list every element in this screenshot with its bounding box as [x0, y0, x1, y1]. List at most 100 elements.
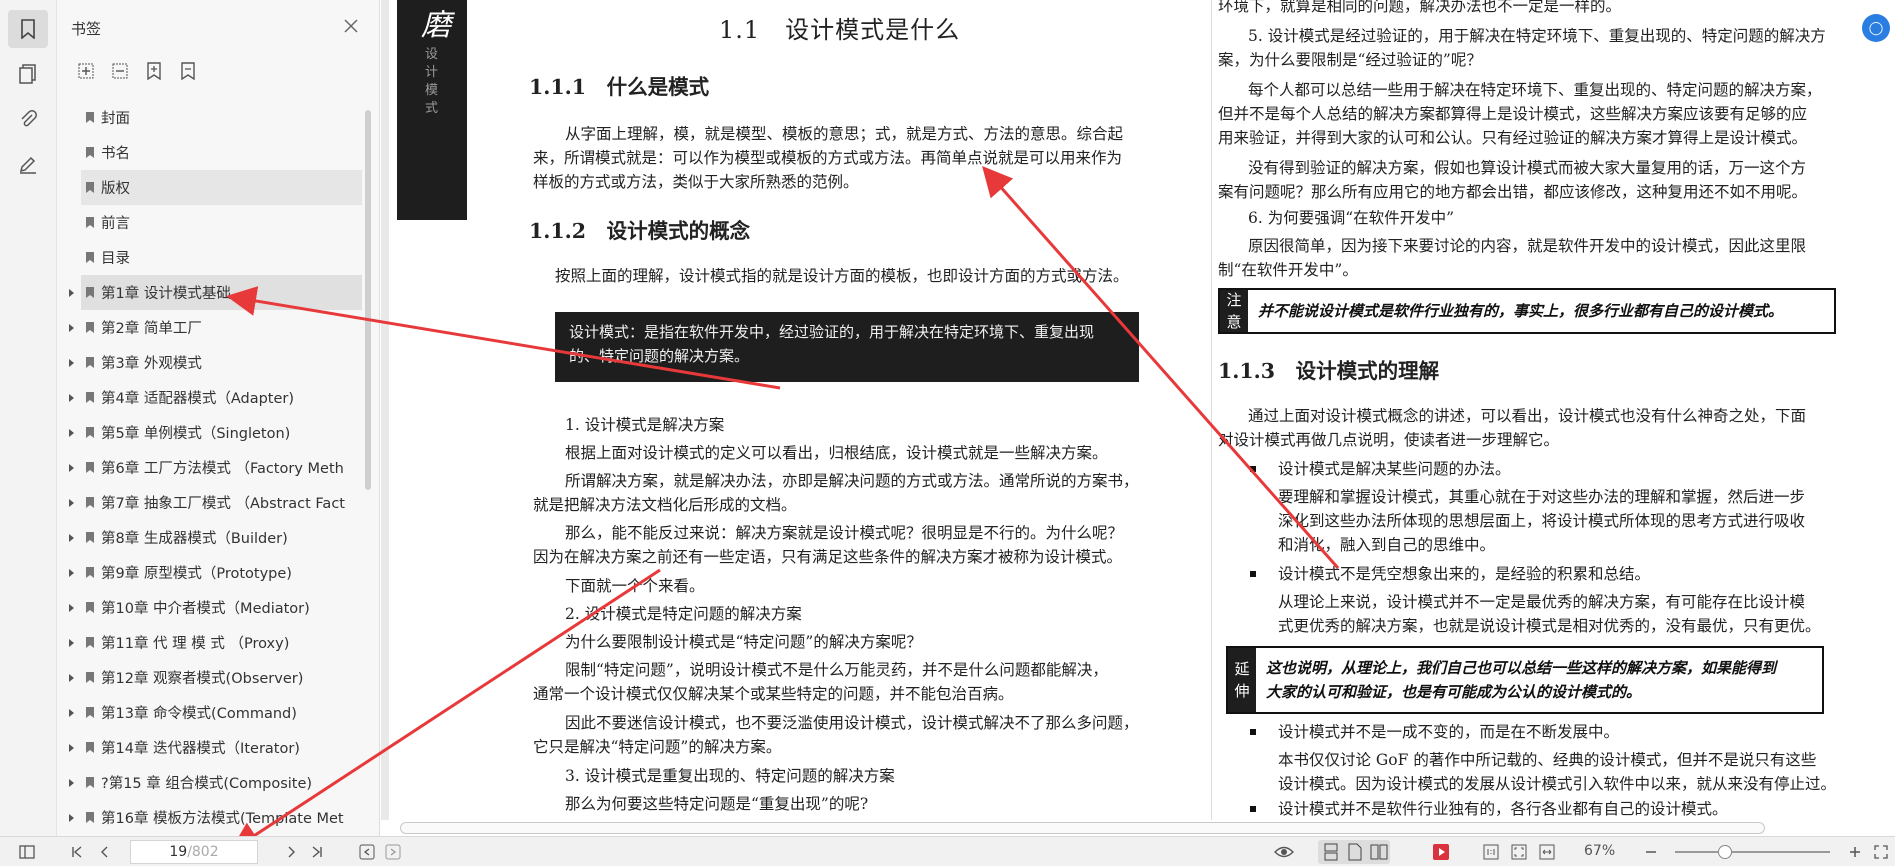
bookmark-chapter-9[interactable]: 第9章 原型模式（Prototype) [57, 555, 362, 590]
play-slideshow-icon[interactable] [1430, 841, 1452, 863]
bookmark-chapter-6[interactable]: 第6章 工厂方法模式 （Factory Meth [57, 450, 362, 485]
note-tag: 注意 [1220, 290, 1248, 332]
bookmark-label: 第9章 原型模式（Prototype) [101, 566, 292, 582]
expand-triangle-icon[interactable] [69, 708, 74, 717]
back-icon[interactable] [356, 841, 378, 863]
section-heading: 1.1 设计模式是什么 [719, 16, 961, 44]
expand-triangle-icon[interactable] [69, 498, 74, 507]
total-pages: /802 [187, 844, 219, 860]
first-page-icon[interactable] [66, 841, 88, 863]
page-number-input[interactable]: 19/802 [130, 840, 258, 864]
bookmark-label: 第4章 适配器模式（Adapter) [101, 391, 295, 407]
expand-triangle-icon[interactable] [69, 568, 74, 577]
paragraph-line: 和消化，融入到自己的思维中。 [1278, 536, 1496, 554]
next-page-icon[interactable] [280, 841, 302, 863]
expand-triangle-icon[interactable] [69, 533, 74, 542]
two-page-icon[interactable] [1368, 841, 1390, 863]
bookmark-chapter-8[interactable]: 第8章 生成器模式（Builder) [57, 520, 362, 555]
bookmark-panel: 书签 封面 书名 版权 前言 目录 第1章 设计模式基础 第2章 简单工厂 第3… [57, 0, 380, 836]
sidebar-toggle-icon[interactable] [16, 841, 38, 863]
add-bookmark-icon[interactable] [143, 60, 165, 82]
bookmark-chapter-10[interactable]: 第10章 中介者模式（Mediator) [57, 590, 362, 625]
delete-bookmark-icon[interactable] [177, 60, 199, 82]
fit-page-icon[interactable] [1508, 841, 1530, 863]
bookmark-chapter-15[interactable]: ?第15 章 组合模式(Composite) [57, 765, 362, 800]
bookmark-chapter-2[interactable]: 第2章 简单工厂 [57, 310, 362, 345]
bookmark-chapter-13[interactable]: 第13章 命令模式(Command) [57, 695, 362, 730]
extension-box: 延伸 这也说明，从理论上，我们自己也可以总结一些这样的解决方案，如果能得到 大家… [1226, 646, 1824, 714]
bookmark-label: 前言 [101, 216, 130, 232]
definition-line: 设计模式：是指在软件开发中，经过验证的，用于解决在特定环境下、重复出现 [569, 323, 1095, 341]
bookmark-chapter-4[interactable]: 第4章 适配器模式（Adapter) [57, 380, 362, 415]
expand-triangle-icon[interactable] [69, 358, 74, 367]
bookmark-chapter-14[interactable]: 第14章 迭代器模式（Iterator) [57, 730, 362, 765]
side-tab-title: 磨 [421, 8, 451, 43]
zoom-out-icon[interactable] [1640, 841, 1662, 863]
continuous-view-icon[interactable] [1320, 841, 1342, 863]
expand-triangle-icon[interactable] [69, 673, 74, 682]
side-tab-vertical-text: 设计模式 [425, 47, 439, 116]
fit-width-icon[interactable] [1536, 841, 1558, 863]
bookmark-panel-icon[interactable] [8, 10, 48, 48]
bookmark-toolbar [75, 60, 199, 82]
paragraph-line: 制“在软件开发中”。 [1218, 261, 1358, 279]
expand-triangle-icon[interactable] [69, 323, 74, 332]
zoom-slider[interactable] [1675, 851, 1830, 853]
bookmark-chapter-3[interactable]: 第3章 外观模式 [57, 345, 362, 380]
bookmark-chapter-7[interactable]: 第7章 抽象工厂模式 （Abstract Fact [57, 485, 362, 520]
bookmark-label: ?第15 章 组合模式(Composite) [101, 776, 313, 792]
expand-triangle-icon[interactable] [69, 393, 74, 402]
assistant-float-icon[interactable]: ◯ [1862, 14, 1890, 42]
actual-size-icon[interactable] [1480, 841, 1502, 863]
bookmark-chapter-5[interactable]: 第5章 单例模式（Singleton) [57, 415, 362, 450]
bookmark-list: 封面 书名 版权 前言 目录 第1章 设计模式基础 第2章 简单工厂 第3章 外… [57, 100, 362, 835]
paragraph-line: 原因很简单，因为接下来要讨论的内容，就是软件开发中的设计模式，因此这里限 [1248, 237, 1807, 255]
bookmark-flag-icon [86, 602, 94, 613]
expand-triangle-icon[interactable] [69, 463, 74, 472]
expand-triangle-icon[interactable] [69, 743, 74, 752]
bookmark-preface[interactable]: 前言 [57, 205, 362, 240]
last-page-icon[interactable] [306, 841, 328, 863]
expand-triangle-icon[interactable] [69, 638, 74, 647]
expand-triangle-icon[interactable] [69, 428, 74, 437]
close-icon[interactable] [341, 16, 361, 36]
list-heading: 1. 设计模式是解决方案 [565, 416, 725, 434]
bookmark-toc[interactable]: 目录 [57, 240, 362, 275]
subsection-heading: 1.1.3 设计模式的理解 [1218, 359, 1440, 383]
forward-icon[interactable] [382, 841, 404, 863]
bookmark-title-page[interactable]: 书名 [57, 135, 362, 170]
single-page-icon[interactable] [1344, 841, 1366, 863]
expand-triangle-icon[interactable] [69, 603, 74, 612]
prev-page-icon[interactable] [94, 841, 116, 863]
zoom-level[interactable]: 67% [1584, 843, 1615, 859]
bookmark-chapter-12[interactable]: 第12章 观察者模式(Observer) [57, 660, 362, 695]
bookmark-chapter-1[interactable]: 第1章 设计模式基础 [57, 275, 362, 310]
paragraph-line: 因为在解决方案之前还有一些定语，只有满足这些条件的解决方案才被称为设计模式。 [533, 548, 1123, 566]
horizontal-scrollbar[interactable] [400, 822, 1765, 834]
panel-title: 书签 [71, 20, 102, 38]
signature-icon[interactable] [8, 145, 48, 183]
zoom-slider-knob[interactable] [1718, 845, 1732, 859]
extension-text: 这也说明，从理论上，我们自己也可以总结一些这样的解决方案，如果能得到 [1266, 659, 1777, 677]
bookmark-chapter-11[interactable]: 第11章 代 理 模 式 （Proxy) [57, 625, 362, 660]
bookmark-flag-icon [86, 182, 94, 193]
bookmark-flag-icon [86, 707, 94, 718]
thumbnails-icon[interactable] [8, 55, 48, 93]
attachment-icon[interactable] [8, 100, 48, 138]
bookmark-scrollbar[interactable] [365, 110, 371, 490]
bookmark-copyright[interactable]: 版权 [81, 170, 362, 205]
expand-triangle-icon[interactable] [69, 778, 74, 787]
collapse-all-icon[interactable] [109, 60, 131, 82]
bookmark-cover[interactable]: 封面 [57, 100, 362, 135]
expand-triangle-icon[interactable] [69, 813, 74, 822]
bullet-marker [1250, 571, 1256, 577]
expand-all-icon[interactable] [75, 60, 97, 82]
bookmark-chapter-16[interactable]: 第16章 模板方法模式(Template Met [57, 800, 362, 835]
bullet-item: 设计模式是解决某些问题的办法。 [1278, 460, 1511, 478]
document-viewport[interactable]: 磨 设计模式 1.1 设计模式是什么 1.1.1 什么是模式 从字面上理解，模，… [381, 0, 1895, 820]
fullscreen-icon[interactable] [1870, 841, 1892, 863]
bookmark-flag-icon [86, 147, 94, 158]
eye-protection-icon[interactable] [1273, 841, 1295, 863]
expand-triangle-icon[interactable] [69, 288, 74, 297]
zoom-in-icon[interactable] [1844, 841, 1866, 863]
